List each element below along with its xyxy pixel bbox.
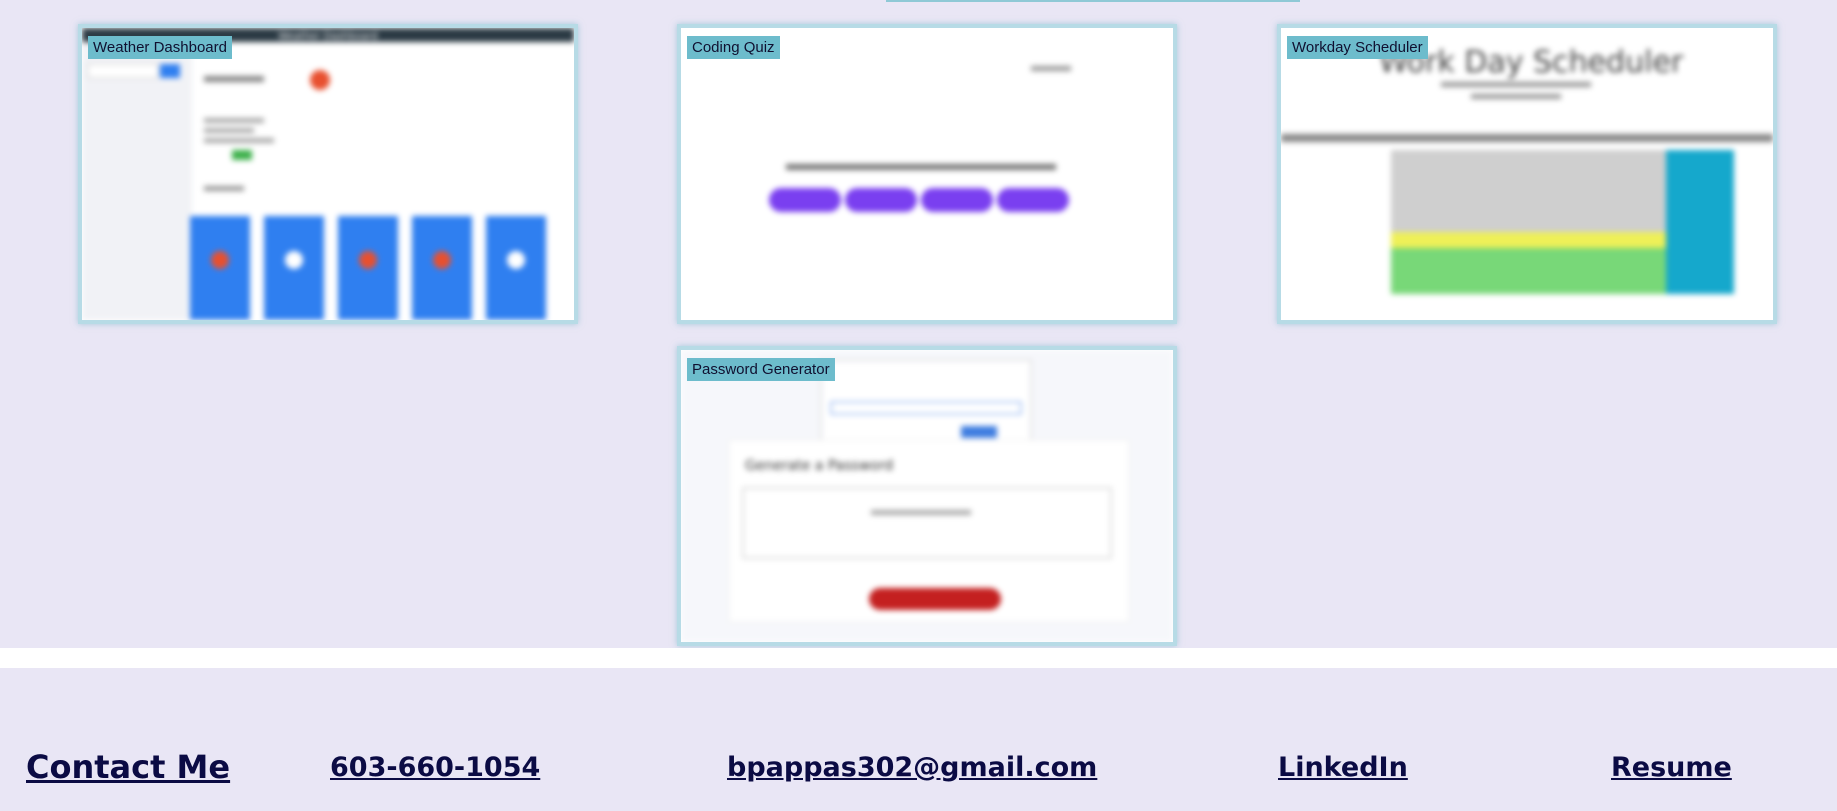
- project-label: Password Generator: [687, 358, 835, 381]
- project-screenshot: [681, 28, 1173, 320]
- email-link[interactable]: bpappas302@gmail.com: [727, 752, 1097, 783]
- project-screenshot: Work Day Scheduler: [1281, 28, 1773, 320]
- project-screenshot: Generate a Password: [681, 350, 1173, 642]
- weather-dashboard-preview: Weather Dashboard: [82, 28, 574, 320]
- phone-link[interactable]: 603-660-1054: [330, 752, 540, 783]
- projects-section: Weather Dashboard Weather Dashboard Codi…: [0, 0, 1837, 648]
- footer-divider: [0, 648, 1837, 668]
- project-label: Coding Quiz: [687, 36, 780, 59]
- contact-heading-link[interactable]: Contact Me: [26, 748, 230, 786]
- project-card-coding-quiz[interactable]: Coding Quiz: [677, 24, 1177, 324]
- workday-scheduler-preview: Work Day Scheduler: [1281, 28, 1773, 320]
- coding-quiz-preview: [681, 28, 1173, 320]
- project-card-password-generator[interactable]: Password Generator Generate a Password: [677, 346, 1177, 646]
- project-card-weather-dashboard[interactable]: Weather Dashboard Weather Dashboard: [78, 24, 578, 324]
- project-card-workday-scheduler[interactable]: Workday Scheduler Work Day Scheduler: [1277, 24, 1777, 324]
- preview-heading: Generate a Password: [745, 458, 893, 474]
- linkedin-link[interactable]: LinkedIn: [1278, 752, 1408, 783]
- password-generator-preview: Generate a Password: [681, 350, 1173, 642]
- section-top-bar: [886, 0, 1300, 2]
- contact-footer: Contact Me 603-660-1054 bpappas302@gmail…: [0, 668, 1837, 811]
- preview-heading: Weather Dashboard: [278, 31, 378, 42]
- resume-link[interactable]: Resume: [1611, 752, 1732, 783]
- project-screenshot: Weather Dashboard: [82, 28, 574, 320]
- project-label: Workday Scheduler: [1287, 36, 1428, 59]
- project-label: Weather Dashboard: [88, 36, 232, 59]
